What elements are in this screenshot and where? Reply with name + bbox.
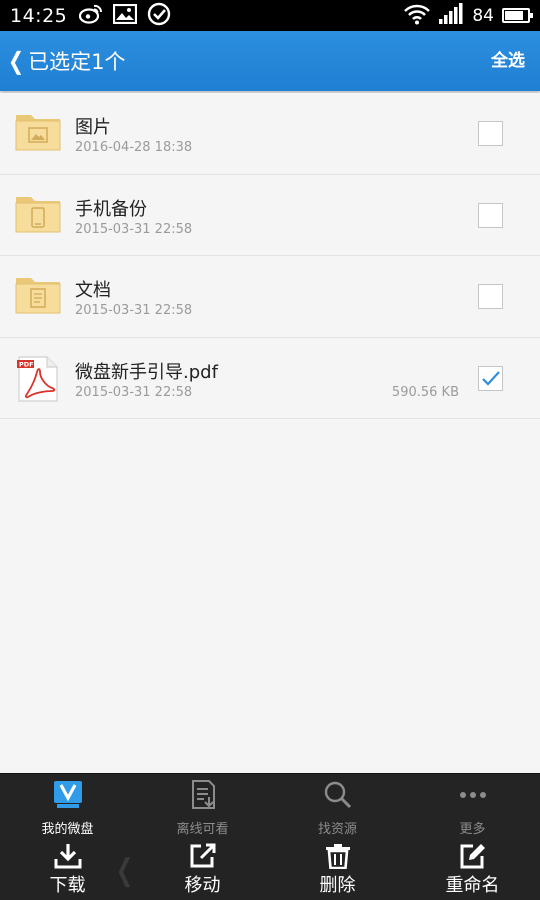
- title-bar: ❮ 已选定1个 全选: [0, 31, 540, 91]
- list-item[interactable]: 文档 2015-03-31 22:58: [0, 256, 540, 338]
- tab-my-weipan[interactable]: 我的微盘: [0, 774, 135, 841]
- pdf-file-icon: PDF: [15, 355, 61, 402]
- tab-label: 更多: [459, 822, 486, 837]
- action-label: 移动: [184, 875, 221, 896]
- file-size: 590.56 KB: [391, 384, 459, 400]
- select-checkbox[interactable]: [478, 202, 503, 228]
- tab-label: 离线可看: [176, 822, 229, 837]
- search-icon: [322, 780, 354, 810]
- image-icon: [113, 3, 138, 28]
- download-button[interactable]: 下载: [0, 841, 135, 900]
- offline-doc-icon: [187, 780, 219, 810]
- action-label: 删除: [319, 875, 356, 896]
- move-button[interactable]: 移动: [135, 841, 270, 900]
- select-checkbox[interactable]: [478, 365, 503, 391]
- download-icon: [54, 843, 82, 869]
- folder-document-icon: [15, 274, 61, 318]
- file-name: 手机备份: [75, 198, 147, 220]
- select-checkbox[interactable]: [478, 284, 503, 309]
- chevron-left-icon: ❮: [8, 47, 25, 75]
- tab-offline[interactable]: 离线可看: [135, 774, 270, 841]
- rename-button[interactable]: 重命名: [405, 841, 540, 900]
- file-name: 微盘新手引导.pdf: [75, 361, 218, 383]
- chevron-left-icon: ❮: [115, 853, 134, 888]
- trash-icon: [324, 843, 352, 870]
- file-list: 图片 2016-04-28 18:38 手机备份 2015-03-31 22:5…: [0, 93, 540, 419]
- status-time: 14:25: [10, 4, 68, 27]
- action-label: 下载: [49, 875, 86, 896]
- more-icon: [457, 780, 489, 810]
- weipan-icon: [52, 780, 84, 810]
- battery-icon: [502, 8, 533, 23]
- folder-image-icon: [15, 111, 61, 155]
- select-all-button[interactable]: 全选: [491, 31, 525, 91]
- wifi-icon: [404, 3, 431, 29]
- delete-button[interactable]: 删除: [270, 841, 405, 900]
- tab-find-resources[interactable]: 找资源: [270, 774, 405, 841]
- list-item[interactable]: 图片 2016-04-28 18:38: [0, 93, 540, 175]
- select-checkbox[interactable]: [478, 121, 503, 146]
- tab-more[interactable]: 更多: [405, 774, 540, 841]
- tab-label: 我的微盘: [41, 822, 94, 837]
- folder-phone-icon: [15, 193, 61, 237]
- back-button[interactable]: ❮ 已选定1个: [0, 31, 125, 91]
- weibo-icon: [79, 4, 103, 28]
- action-label: 重命名: [445, 875, 500, 896]
- battery-fill: [505, 11, 524, 20]
- signal-icon: [438, 2, 464, 29]
- file-name: 文档: [75, 280, 111, 301]
- tab-label: 找资源: [317, 822, 357, 837]
- list-item[interactable]: 手机备份 2015-03-31 22:58: [0, 174, 540, 256]
- file-date: 2015-03-31 22:58: [75, 303, 193, 318]
- rename-icon: [459, 843, 487, 869]
- check-circle-icon: [147, 2, 171, 30]
- move-icon: [189, 843, 217, 869]
- status-bar: 14:25 84: [0, 0, 540, 31]
- bottom-tab-bar: 我的微盘 离线可看 找资源 更多: [0, 773, 540, 841]
- svg-text:PDF: PDF: [19, 360, 34, 368]
- file-date: 2015-03-31 22:58: [75, 384, 193, 400]
- page-title: 已选定1个: [28, 50, 126, 74]
- action-bar: 下载 移动 删除 重命名: [0, 841, 540, 900]
- list-item[interactable]: PDF 微盘新手引导.pdf 2015-03-31 22:58 590.56 K…: [0, 337, 540, 419]
- file-name: 图片: [75, 117, 111, 138]
- file-date: 2016-04-28 18:38: [75, 140, 193, 155]
- file-date: 2015-03-31 22:58: [75, 221, 193, 237]
- checkmark-icon: [482, 370, 500, 386]
- battery-percent: 84: [472, 5, 494, 26]
